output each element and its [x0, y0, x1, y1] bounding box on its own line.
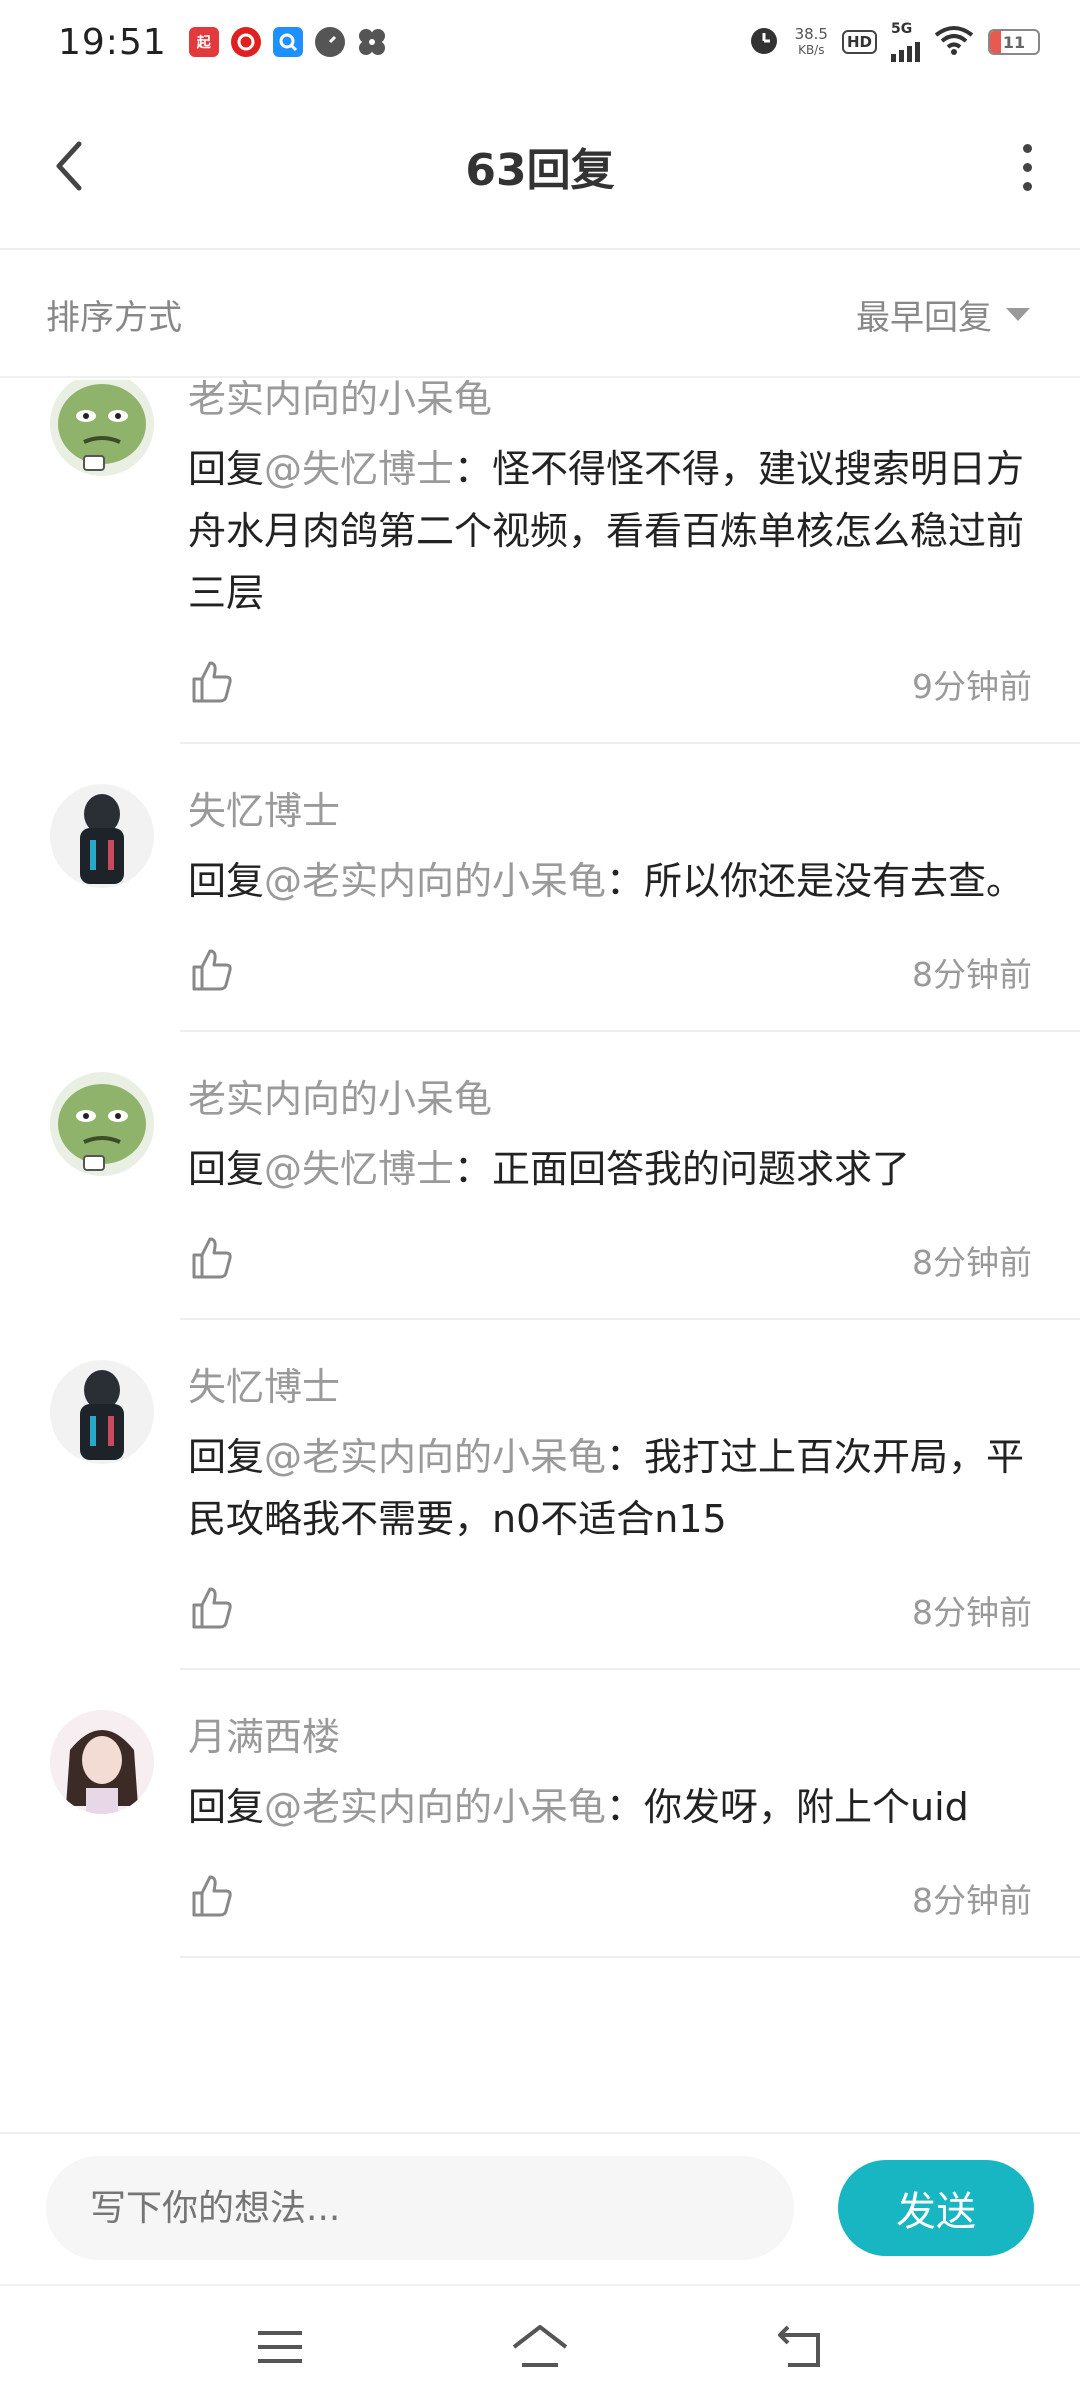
mention-link[interactable]: @失忆博士 [264, 447, 454, 491]
user-avatar[interactable] [50, 380, 154, 476]
battery-level: 11 [1002, 32, 1026, 52]
mention-link[interactable]: @老实内向的小呆龟 [264, 1785, 606, 1829]
thumbs-up-icon [192, 949, 232, 991]
username[interactable]: 失忆博士 [188, 784, 1032, 838]
like-button[interactable] [188, 1235, 234, 1285]
divider [180, 1956, 1080, 1958]
alarm-icon [747, 23, 781, 61]
reply-list[interactable]: 老实内向的小呆龟回复@失忆博士：怪不得怪不得，建议搜索明日方舟水月肉鸽第二个视频… [0, 380, 1080, 2130]
dot [1022, 143, 1032, 153]
chevron-left-icon [56, 141, 82, 191]
reply-prefix: 回复 [188, 447, 265, 491]
reply-item[interactable]: 失忆博士回复@老实内向的小呆龟：所以你还是没有去查。 8分钟前 [0, 744, 1080, 1032]
reply-prefix: 回复 [188, 859, 265, 903]
user-avatar[interactable] [50, 1072, 154, 1176]
reply-input-bar: 发送 [0, 2132, 1080, 2282]
reply-text: 回复@失忆博士：正面回答我的问题求求了 [188, 1138, 1032, 1200]
sort-label: 排序方式 [46, 297, 182, 338]
reply-footer: 9分钟前 [188, 624, 1032, 744]
qq-browser-icon [272, 27, 303, 57]
thumbs-up-icon [192, 661, 232, 703]
return-icon [778, 2325, 820, 2367]
notification-icons: 起 [188, 27, 387, 57]
mention-link[interactable]: @老实内向的小呆龟 [264, 859, 606, 903]
like-button[interactable] [188, 1873, 234, 1923]
reply-time: 8分钟前 [912, 955, 1032, 994]
reply-time: 8分钟前 [912, 1243, 1032, 1282]
dot [1022, 162, 1032, 172]
page-title: 63回复 [465, 145, 615, 196]
reply-item[interactable]: 老实内向的小呆龟回复@失忆博士：怪不得怪不得，建议搜索明日方舟水月肉鸽第二个视频… [0, 380, 1080, 744]
mention-link[interactable]: @老实内向的小呆龟 [264, 1435, 606, 1479]
reply-text: 回复@老实内向的小呆龟：所以你还是没有去查。 [188, 850, 1032, 912]
reply-input[interactable] [46, 2156, 794, 2260]
like-button[interactable] [188, 947, 234, 997]
menu-nav-button[interactable] [240, 2317, 320, 2377]
back-nav-button[interactable] [760, 2317, 840, 2377]
more-options-button[interactable] [1002, 132, 1052, 202]
thumbs-up-icon [192, 1875, 232, 1917]
battery-fill [990, 31, 1001, 53]
username[interactable]: 老实内向的小呆龟 [188, 380, 1032, 426]
mention-link[interactable]: @失忆博士 [264, 1147, 454, 1191]
network-speed: 38.5 KB/s [794, 24, 828, 58]
reply-content: ：正面回答我的问题求求了 [454, 1147, 911, 1191]
reply-prefix: 回复 [188, 1785, 265, 1829]
user-avatar[interactable] [50, 1360, 154, 1464]
send-button[interactable]: 发送 [838, 2160, 1034, 2256]
reply-prefix: 回复 [188, 1435, 265, 1479]
thumbs-up-icon [192, 1237, 232, 1279]
reply-footer: 8分钟前 [188, 1550, 1032, 1670]
qidian-icon: 起 [188, 27, 219, 57]
status-time: 19:51 [58, 21, 167, 63]
reply-time: 8分钟前 [912, 1881, 1032, 1920]
username[interactable]: 失忆博士 [188, 1360, 1032, 1414]
netease-music-icon [230, 27, 261, 57]
network-speed-unit: KB/s [798, 42, 825, 57]
hd-badge: HD [841, 30, 877, 54]
home-icon [512, 2325, 568, 2367]
user-avatar[interactable] [50, 784, 154, 888]
network-speed-value: 38.5 [794, 24, 828, 43]
reply-footer: 8分钟前 [188, 1200, 1032, 1320]
reply-time: 8分钟前 [912, 1593, 1032, 1632]
username[interactable]: 老实内向的小呆龟 [188, 1072, 1032, 1126]
sort-selected-value: 最早回复 [856, 297, 992, 338]
home-nav-button[interactable] [500, 2317, 580, 2377]
sort-bar: 排序方式 最早回复 [0, 252, 1080, 378]
like-button[interactable] [188, 659, 234, 709]
reply-footer: 8分钟前 [188, 1838, 1032, 1958]
back-button[interactable] [44, 134, 94, 198]
reply-content: ：所以你还是没有去查。 [606, 859, 1025, 903]
username[interactable]: 月满西楼 [188, 1710, 1032, 1764]
signal-icon: 5G [891, 22, 920, 62]
wifi-icon [934, 25, 974, 59]
like-button[interactable] [188, 1585, 234, 1635]
dot [1022, 181, 1032, 191]
system-nav-bar [0, 2284, 1080, 2408]
reply-text: 回复@失忆博士：怪不得怪不得，建议搜索明日方舟水月肉鸽第二个视频，看看百炼单核怎… [188, 438, 1032, 624]
reply-item[interactable]: 失忆博士回复@老实内向的小呆龟：我打过上百次开局，平民攻略我不需要，n0不适合n… [0, 1320, 1080, 1670]
reply-item[interactable]: 老实内向的小呆龟回复@失忆博士：正面回答我的问题求求了 8分钟前 [0, 1032, 1080, 1320]
signal-label: 5G [891, 21, 913, 37]
battery-icon: 11 [988, 29, 1040, 55]
reply-time: 9分钟前 [912, 667, 1032, 706]
user-avatar[interactable] [50, 1710, 154, 1814]
reply-text: 回复@老实内向的小呆龟：我打过上百次开局，平民攻略我不需要，n0不适合n15 [188, 1426, 1032, 1550]
reply-content: ：你发呀，附上个uid [606, 1785, 969, 1829]
status-indicators: 38.5 KB/s HD 5G 11 [747, 22, 1040, 62]
speed-icon [314, 27, 345, 57]
sort-dropdown[interactable]: 最早回复 [856, 290, 1030, 339]
top-app-bar: 63回复 [0, 84, 1080, 250]
thumbs-up-icon [192, 1587, 232, 1629]
reply-item[interactable]: 月满西楼回复@老实内向的小呆龟：你发呀，附上个uid 8分钟前 [0, 1670, 1080, 1958]
caret-down-icon [1006, 307, 1030, 321]
pinwheel-icon [357, 27, 387, 57]
menu-icon [258, 2331, 302, 2363]
reply-text: 回复@老实内向的小呆龟：你发呀，附上个uid [188, 1776, 1032, 1838]
reply-footer: 8分钟前 [188, 912, 1032, 1032]
reply-prefix: 回复 [188, 1147, 265, 1191]
status-bar: 19:51 起 38.5 KB/s HD 5G 11 [0, 0, 1080, 84]
